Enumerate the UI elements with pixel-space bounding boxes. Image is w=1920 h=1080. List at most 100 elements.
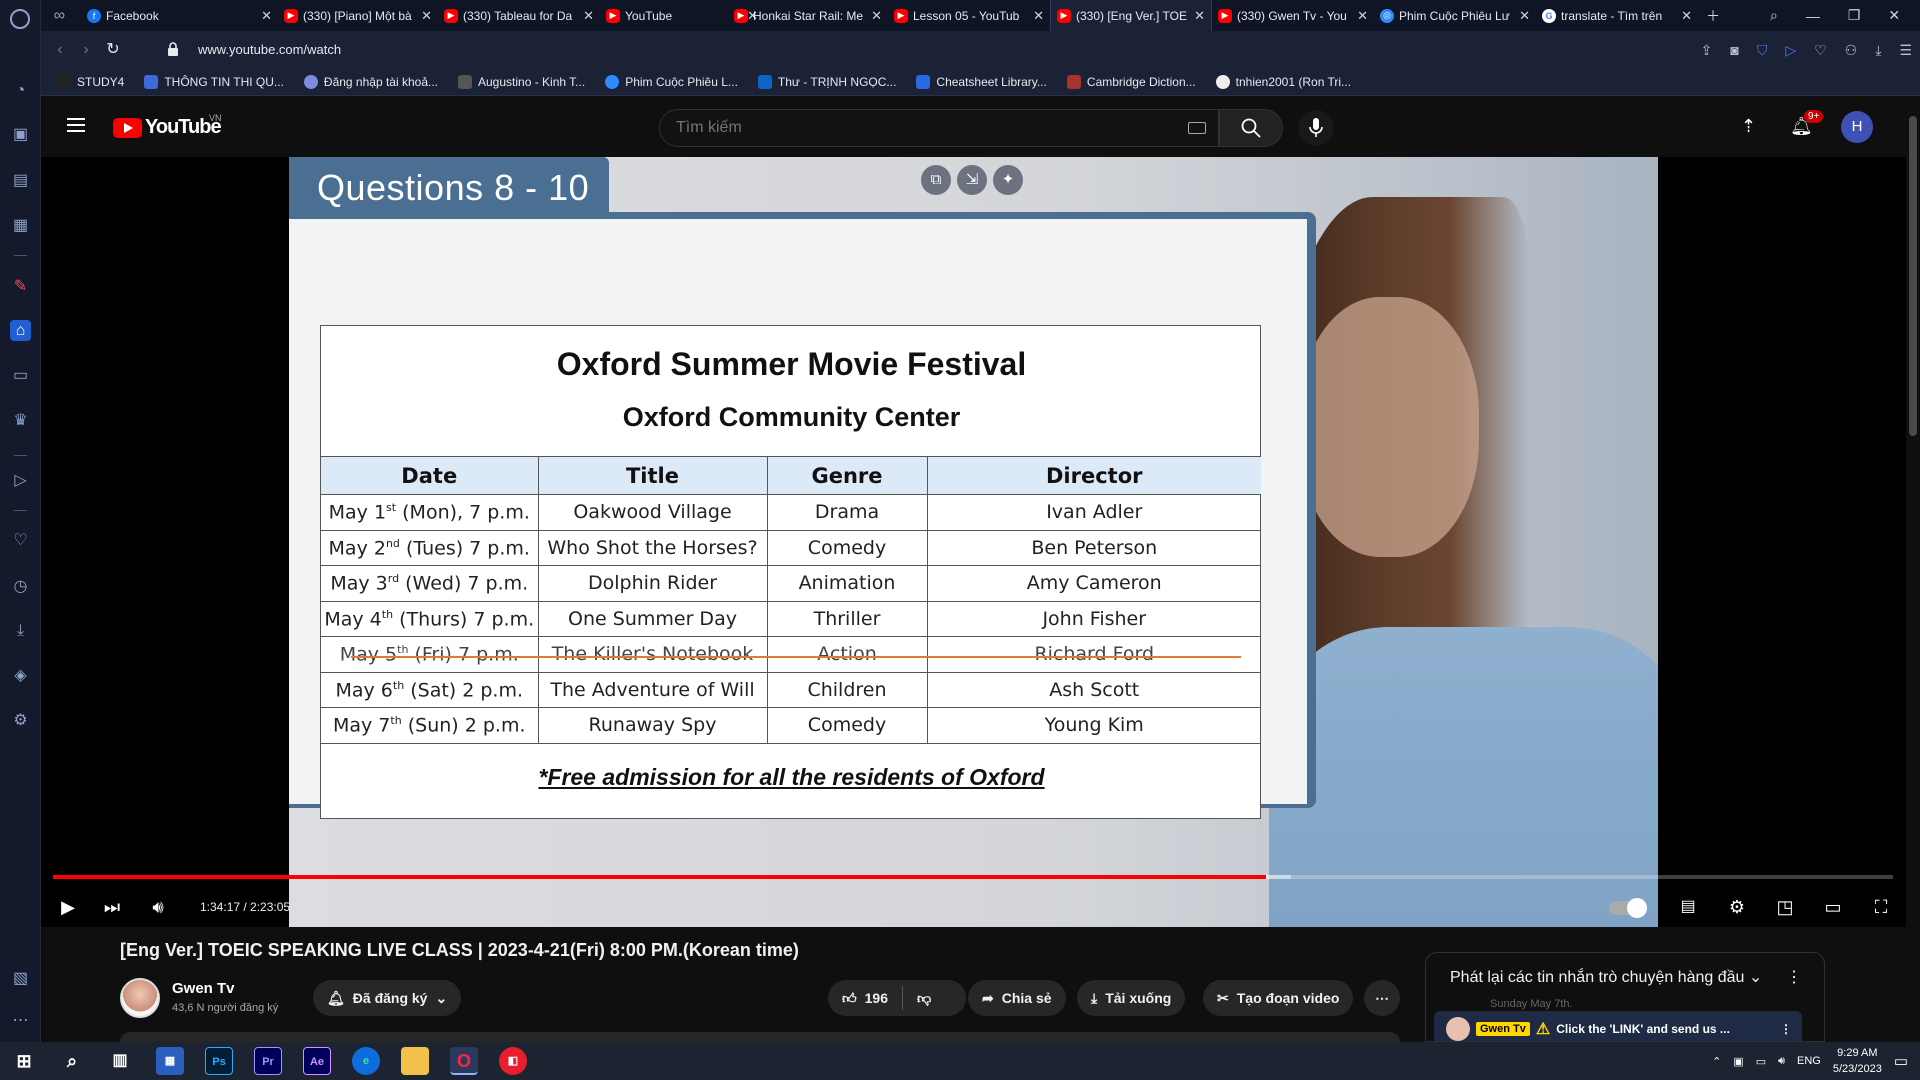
more-icon[interactable]: ⋯	[10, 1010, 31, 1031]
vpn-shield-icon[interactable]: ⛉	[1757, 42, 1768, 59]
close-icon[interactable]: ✕	[1033, 8, 1044, 24]
message-menu-icon[interactable]: ⋮	[1780, 1022, 1792, 1036]
ai-enhance-icon[interactable]: ✦	[993, 165, 1023, 195]
cube-icon[interactable]: ◈	[10, 665, 31, 686]
store-icon[interactable]: ▦	[156, 1047, 184, 1075]
notification-center-icon[interactable]: ▭	[1894, 1052, 1908, 1070]
bookmark-dang-nhap[interactable]: Đăng nhập tài khoả...	[303, 75, 438, 89]
photoshop-icon[interactable]: Ps	[205, 1047, 233, 1075]
bag-icon[interactable]: ▣	[10, 124, 31, 145]
scrollbar-thumb[interactable]	[1909, 116, 1917, 436]
close-icon[interactable]: ✕	[1681, 8, 1692, 24]
gamepad-icon[interactable]: ▭	[10, 365, 31, 386]
bookmark-heart-icon[interactable]: ♡	[1814, 42, 1827, 59]
meet-now-icon[interactable]: ▣	[1733, 1055, 1743, 1068]
speaker-icon[interactable]: 🔊︎	[1778, 1055, 1785, 1068]
send-icon[interactable]: ▷	[10, 470, 31, 491]
opera-logo-icon[interactable]	[10, 9, 30, 29]
forward-icon[interactable]: ›	[75, 39, 97, 61]
clip-button[interactable]: ✂ Tạo đoạn video	[1203, 980, 1354, 1016]
image-icon[interactable]: ▧	[10, 968, 31, 989]
app-red-icon[interactable]: ◧	[499, 1047, 527, 1075]
settings-button[interactable]: ⚙	[1724, 895, 1750, 919]
page-scrollbar[interactable]	[1906, 96, 1920, 1042]
notifications-button[interactable]: 🔔︎ 9+	[1790, 96, 1824, 157]
chat-menu-icon[interactable]: ⋮	[1786, 967, 1802, 987]
share-button[interactable]: ➦ Chia sẻ	[968, 980, 1066, 1016]
account-button[interactable]: H	[1841, 96, 1873, 157]
subtitles-button[interactable]: ▤	[1675, 895, 1701, 919]
download-icon[interactable]: ⤓	[10, 620, 31, 641]
menu-icon[interactable]	[67, 118, 85, 132]
bookmark-cheatsheet[interactable]: Cheatsheet Library...	[916, 75, 1047, 89]
close-icon[interactable]: ✕	[1357, 8, 1368, 24]
bookmark-cambridge[interactable]: Cambridge Diction...	[1066, 75, 1196, 89]
easy-setup-icon[interactable]: ☰	[1899, 42, 1912, 59]
reload-icon[interactable]: ↻	[102, 39, 124, 61]
description-box[interactable]	[120, 1032, 1400, 1042]
windows-start-icon[interactable]: ⊞	[10, 1047, 38, 1075]
tab-lesson[interactable]: ▶ Lesson 05 - YouTub ✕	[888, 0, 1050, 31]
back-icon[interactable]: ‹	[49, 39, 71, 61]
opera-taskbar-icon[interactable]: O	[450, 1047, 478, 1075]
tab-translate[interactable]: G translate - Tìm trên ✕	[1536, 0, 1698, 31]
close-icon[interactable]: ✕	[261, 8, 272, 24]
bookmark-phim[interactable]: Phim Cuộc Phiêu L...	[605, 75, 738, 89]
bookmark-thong-tin[interactable]: THÔNG TIN THI QU...	[144, 75, 284, 89]
upload-button[interactable]: ⇡	[1741, 96, 1756, 157]
chat-header[interactable]: Phát lại các tin nhắn trò chuyện hàng đầ…	[1450, 967, 1762, 987]
more-actions-button[interactable]: ⋯	[1364, 980, 1400, 1016]
dislike-button[interactable]: 👎︎	[917, 990, 931, 1007]
task-view-icon[interactable]: ▥	[106, 1047, 134, 1075]
copy-screenshot-icon[interactable]: ⧉	[921, 165, 951, 195]
file-explorer-icon[interactable]	[401, 1047, 429, 1075]
close-icon[interactable]: ✕	[583, 8, 594, 24]
tray-chevron-icon[interactable]: ⌃	[1712, 1055, 1721, 1068]
play-button[interactable]: ▶	[55, 895, 81, 919]
tab-facebook[interactable]: f Facebook ✕	[81, 0, 278, 31]
clock[interactable]: 9:29 AM 5/23/2023	[1833, 1045, 1882, 1077]
voice-search-button[interactable]	[1298, 110, 1334, 146]
paint-icon[interactable]: ✎	[10, 276, 31, 297]
close-icon[interactable]: ✕	[1194, 8, 1205, 24]
network-icon[interactable]: ▭	[1756, 1055, 1766, 1068]
home-icon[interactable]: ⌂	[10, 320, 31, 341]
bookmark-study4[interactable]: STUDY4	[57, 75, 124, 89]
downloads-icon[interactable]: ⤓	[1875, 42, 1881, 59]
bookmark-mail[interactable]: Thư - TRỊNH NGỌC...	[757, 75, 896, 89]
autoplay-toggle[interactable]	[1609, 898, 1647, 918]
tab-toeic-active[interactable]: ▶ (330) [Eng Ver.] TOE ✕	[1050, 0, 1212, 31]
close-window-icon[interactable]: ✕	[1888, 7, 1900, 24]
youtube-logo[interactable]: YouTube	[113, 116, 222, 139]
tab-tableau[interactable]: ▶ (330) Tableau for Da ✕	[438, 0, 600, 31]
bookmark-augustino[interactable]: Augustino - Kinh T...	[458, 75, 585, 89]
snapshot-icon[interactable]: ◙	[1730, 42, 1738, 58]
restore-icon[interactable]: ❐	[1848, 7, 1861, 24]
close-icon[interactable]: ✕	[421, 8, 432, 24]
history-icon[interactable]: ◷	[10, 576, 31, 597]
volume-button[interactable]: 🔊︎	[145, 895, 171, 919]
subscribed-button[interactable]: 🔔︎ Đã đăng ký ⌄	[313, 980, 461, 1016]
search-button[interactable]	[1219, 109, 1283, 147]
language-indicator[interactable]: ENG	[1797, 1055, 1821, 1067]
tab-honkai[interactable]: ▶ Honkai Star Rail: Me ✕	[728, 0, 888, 31]
keyboard-icon[interactable]	[1188, 122, 1206, 134]
twitch-icon[interactable]: ▤	[10, 170, 31, 191]
close-icon[interactable]: ✕	[1519, 8, 1530, 24]
flow-send-icon[interactable]: ▷	[1785, 42, 1796, 59]
share-page-icon[interactable]: ⇪	[1701, 42, 1713, 59]
tab-search-icon[interactable]: ⌕	[1770, 7, 1778, 24]
tab-gwen-tv[interactable]: ▶ (330) Gwen Tv - You ✕	[1212, 0, 1374, 31]
search-input[interactable]	[676, 119, 1136, 137]
video-frame[interactable]: Questions 8 - 10 Oxford Summer Movie Fes…	[289, 157, 1658, 927]
download-button[interactable]: ⤓ Tải xuống	[1077, 980, 1186, 1016]
tab-phim[interactable]: ◎ Phim Cuộc Phiêu Lư ✕	[1374, 0, 1536, 31]
fullscreen-button[interactable]: ⛶	[1868, 895, 1894, 919]
next-button[interactable]: ⏭︎	[99, 895, 125, 919]
theater-button[interactable]: ▭	[1820, 895, 1846, 919]
channel-avatar[interactable]	[120, 978, 160, 1018]
video-player[interactable]: Questions 8 - 10 Oxford Summer Movie Fes…	[41, 157, 1920, 927]
channel-name[interactable]: Gwen Tv	[172, 980, 235, 997]
premiere-icon[interactable]: Pr	[254, 1047, 282, 1075]
workspaces-icon[interactable]: ∞	[49, 5, 70, 26]
